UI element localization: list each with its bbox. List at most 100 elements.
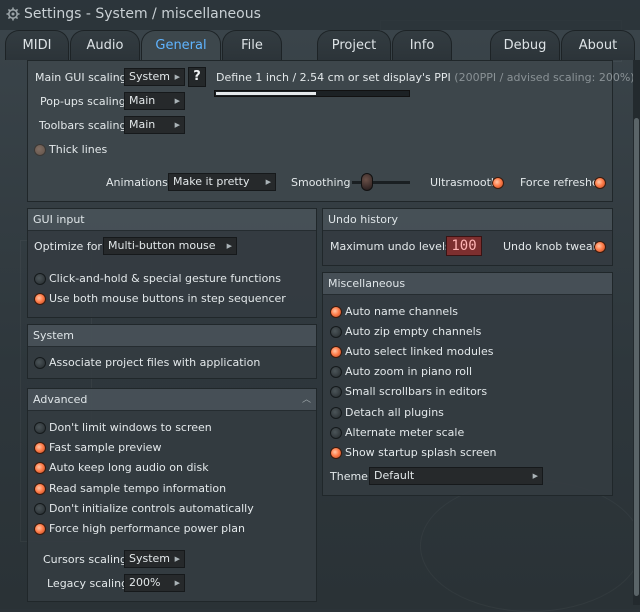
ppi-slider[interactable] [214,90,410,97]
option-led [34,442,46,454]
misc-option[interactable]: Auto zoom in piano roll [330,365,600,379]
tab-file[interactable]: File [222,30,282,60]
tab-debug[interactable]: Debug [490,30,560,60]
cursors-scaling-dropdown[interactable]: System ▶ [124,550,185,568]
max-undo-levels-value[interactable]: 100 [446,236,482,256]
help-button[interactable]: ? [188,67,206,87]
legacy-scaling-dropdown[interactable]: 200% ▶ [124,574,185,592]
backdrop-decoration [420,480,640,612]
caret-right-icon: ▶ [174,555,180,563]
dropdown-value: Default [374,469,415,482]
tab-project[interactable]: Project [317,30,391,60]
thick-lines-led [34,144,46,156]
animations-dropdown[interactable]: Make it pretty ▶ [168,173,276,191]
misc-option[interactable]: Auto name channels [330,305,600,319]
option-led [330,346,342,358]
tab-audio[interactable]: Audio [70,30,140,60]
option-led [34,503,46,515]
slider-knob-icon[interactable] [361,173,373,191]
option-led [34,273,46,285]
advanced-option[interactable]: Read sample tempo information [34,482,294,496]
caret-right-icon: ▶ [174,121,180,129]
advanced-option[interactable]: Don't initialize controls automatically [34,502,294,516]
toolbars-scaling-dropdown[interactable]: Main ▶ [124,116,185,134]
animations-label: Animations [106,176,168,189]
miscellaneous-header: Miscellaneous [323,273,612,295]
force-refreshes-led[interactable] [594,177,606,189]
dropdown-value: Main [129,94,156,107]
main-gui-scaling-label: Main GUI scaling [35,71,127,84]
thick-lines-option[interactable]: Thick lines [34,143,134,157]
caret-right-icon: ▶ [265,178,271,186]
tab-about[interactable]: About [561,30,635,60]
option-label: Auto name channels [345,305,458,318]
option-led [330,447,342,459]
dropdown-value: System [129,70,171,83]
system-panel: System [27,324,317,379]
misc-option[interactable]: Small scrollbars in editors [330,385,600,399]
option-led [34,462,46,474]
cursors-scaling-label: Cursors scaling [43,553,127,566]
option-led [34,293,46,305]
theme-label: Theme [330,470,368,483]
gear-icon [6,7,20,21]
option-led [330,386,342,398]
ultrasmooth-label: Ultrasmooth [430,176,498,189]
caret-right-icon: ▶ [532,472,538,480]
option-label: Detach all plugins [345,406,444,419]
window-title: Settings - System / miscellaneous [24,6,261,22]
ppi-label: Define 1 inch / 2.54 cm or set display's… [216,71,635,84]
thick-lines-label: Thick lines [49,143,108,156]
scrollbar-thumb[interactable] [634,118,639,596]
theme-dropdown[interactable]: Default ▶ [369,467,543,485]
caret-right-icon: ▶ [174,579,180,587]
option-led [34,357,46,369]
option-label: Read sample tempo information [49,482,227,495]
tab-info[interactable]: Info [392,30,452,60]
legacy-scaling-label: Legacy scaling [47,577,129,590]
dropdown-value: Multi-button mouse [108,239,216,252]
misc-option[interactable]: Alternate meter scale [330,426,600,440]
caret-right-icon: ▶ [226,242,232,250]
tab-midi[interactable]: MIDI [5,30,69,60]
option-label: Alternate meter scale [345,426,465,439]
option-label: Fast sample preview [49,441,162,454]
popups-scaling-label: Pop-ups scaling [40,95,126,108]
option-led [330,427,342,439]
misc-option[interactable]: Auto zip empty channels [330,325,600,339]
ppi-label-text: Define 1 inch / 2.54 cm or set display's… [216,71,451,84]
max-undo-levels-label: Maximum undo levels [330,240,451,253]
collapse-chevron-icon[interactable]: ︿ [302,392,311,405]
optimize-for-dropdown[interactable]: Multi-button mouse ▶ [103,237,237,255]
option-label: Small scrollbars in editors [345,385,488,398]
undo-knob-tweaks-label: Undo knob tweaks [503,240,605,253]
gui-input-header: GUI input [28,209,316,231]
ultrasmooth-led[interactable] [492,177,504,189]
option-led [34,523,46,535]
misc-option[interactable]: Auto select linked modules [330,345,600,359]
advanced-option[interactable]: Force high performance power plan [34,522,294,536]
dropdown-value: Main [129,118,156,131]
system-header: System [28,325,316,347]
misc-option[interactable]: Detach all plugins [330,406,600,420]
gesture-functions-option[interactable]: Click-and-hold & special gesture functio… [34,272,294,286]
option-led [330,366,342,378]
option-label: Show startup splash screen [345,446,497,459]
associate-files-option[interactable]: Associate project files with application [34,356,294,370]
tab-general[interactable]: General [141,30,221,61]
option-led [330,407,342,419]
main-gui-scaling-dropdown[interactable]: System ▶ [124,68,185,86]
option-led [34,483,46,495]
advanced-option[interactable]: Fast sample preview [34,441,294,455]
popups-scaling-dropdown[interactable]: Main ▶ [124,92,185,110]
option-label: Click-and-hold & special gesture functio… [49,272,282,285]
misc-option[interactable]: Show startup splash screen [330,446,600,460]
advanced-option[interactable]: Don't limit windows to screen [34,421,294,435]
toolbars-scaling-label: Toolbars scaling [39,119,127,132]
option-label: Use both mouse buttons in step sequencer [49,292,286,305]
both-mouse-buttons-option[interactable]: Use both mouse buttons in step sequencer [34,292,294,306]
option-label: Don't initialize controls automatically [49,502,254,515]
option-led [330,326,342,338]
advanced-option[interactable]: Auto keep long audio on disk [34,461,294,475]
undo-knob-tweaks-led[interactable] [594,241,606,253]
